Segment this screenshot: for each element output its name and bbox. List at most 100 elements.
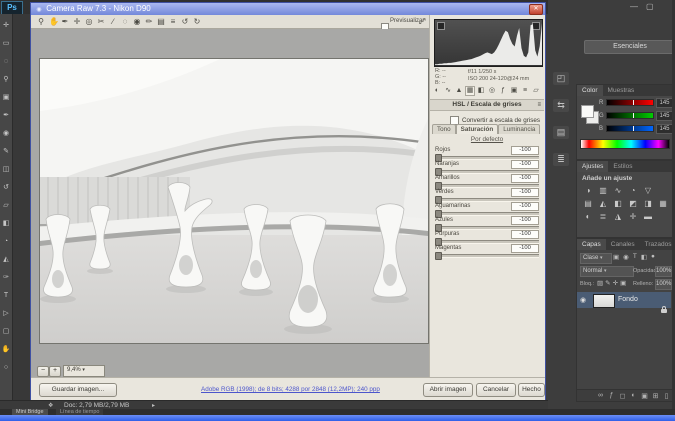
snapshots-tab-icon[interactable]: ▱ <box>531 86 541 96</box>
pen-tool-icon[interactable]: ✑ <box>1 274 11 281</box>
preferences-tool-icon[interactable]: ≡ <box>169 17 177 27</box>
move-tool-icon[interactable]: ✛ <box>1 22 11 29</box>
crop-tool-icon[interactable]: ✂ <box>97 17 105 27</box>
tab-canales[interactable]: Canales <box>606 239 640 250</box>
healing-brush-tool-icon[interactable]: ◉ <box>1 130 11 137</box>
new-adjustment-layer-icon[interactable]: ◐ <box>629 392 638 399</box>
straighten-tool-icon[interactable]: ∕ <box>109 17 117 27</box>
hsl-slider-value-input[interactable]: -100 <box>511 174 539 183</box>
rotate-left-tool-icon[interactable]: ↺ <box>181 17 189 27</box>
photo-filter-icon[interactable]: ◩ <box>626 197 640 210</box>
hsl-slider-track[interactable] <box>435 254 539 258</box>
camera-raw-title-bar[interactable]: ◉ Camera Raw 7.3 - Nikon D90 ✕ <box>31 3 545 15</box>
red-slider[interactable] <box>606 99 654 106</box>
presets-tab-icon[interactable]: ≡ <box>520 86 530 96</box>
clone-stamp-tool-icon[interactable]: ◫ <box>1 166 11 173</box>
hsl-slider-value-input[interactable]: -100 <box>511 244 539 253</box>
restore-button[interactable]: ▢ <box>646 3 654 11</box>
red-eye-tool-icon[interactable]: ◉ <box>133 17 141 27</box>
eraser-tool-icon[interactable]: ▱ <box>1 202 11 209</box>
marquee-tool-icon[interactable]: ▭ <box>1 40 11 47</box>
delete-layer-icon[interactable]: ▯ <box>662 392 671 400</box>
lock-position-icon[interactable]: ✛ <box>613 279 618 287</box>
tab-color[interactable]: Color <box>577 85 603 96</box>
link-layers-icon[interactable]: ∞ <box>596 392 605 399</box>
color-balance-icon[interactable]: ◭ <box>596 197 610 210</box>
gradient-tool-icon[interactable]: ◧ <box>1 220 11 227</box>
white-balance-tool-icon[interactable]: ✒ <box>61 17 69 27</box>
hsl-slider-handle[interactable] <box>435 252 442 260</box>
new-group-icon[interactable]: ▣ <box>640 392 649 400</box>
filter-pixel-layers-icon[interactable]: ▣ <box>613 253 619 261</box>
eyedropper-tool-icon[interactable]: ✒ <box>1 112 11 119</box>
levels-icon[interactable]: ▥ <box>596 184 610 197</box>
panel-menu-icon[interactable]: ≡ <box>537 100 541 110</box>
cancel-button[interactable]: Cancelar <box>476 383 516 397</box>
open-image-button[interactable]: Abrir imagen <box>423 383 473 397</box>
zoom-level-dropdown[interactable]: 9,4% ▾ <box>63 365 105 377</box>
vibrance-icon[interactable]: ▽ <box>641 184 655 197</box>
type-tool-icon[interactable]: T <box>1 292 11 299</box>
graduated-filter-tool-icon[interactable]: ▤ <box>157 17 165 27</box>
new-layer-icon[interactable]: ⊞ <box>651 392 660 400</box>
exposure-icon[interactable]: ◔ <box>626 184 640 197</box>
color-spectrum-ramp[interactable] <box>580 139 670 149</box>
green-slider[interactable] <box>606 112 654 119</box>
adjustment-brush-tool-icon[interactable]: ✏ <box>145 17 153 27</box>
lock-all-icon[interactable]: ▣ <box>620 279 626 287</box>
hsl-slider-value-input[interactable]: -100 <box>511 216 539 225</box>
hsl-slider-value-input[interactable]: -100 <box>511 202 539 211</box>
red-value[interactable]: 145 <box>656 98 673 108</box>
layer-filter-type-dropdown[interactable]: Clase ▾ <box>580 253 612 264</box>
taskbar[interactable] <box>0 415 675 421</box>
history-brush-tool-icon[interactable]: ↺ <box>1 184 11 191</box>
opacity-value[interactable]: 100% <box>655 266 672 277</box>
quick-selection-tool-icon[interactable]: ⚲ <box>1 76 11 83</box>
layer-visibility-eye-icon[interactable]: ◉ <box>580 296 586 304</box>
gradient-map-icon[interactable]: ▬ <box>641 210 655 223</box>
spot-removal-tool-icon[interactable]: ◌ <box>121 17 129 27</box>
add-mask-icon[interactable]: ◻ <box>618 392 627 400</box>
hsl-grayscale-tab-icon[interactable]: ▦ <box>465 86 475 96</box>
layer-name[interactable]: Fondo <box>618 296 638 303</box>
tab-trazados[interactable]: Trazados <box>640 239 675 250</box>
filter-smart-objects-icon[interactable]: ● <box>651 253 655 261</box>
zoom-out-button[interactable]: − <box>37 366 49 377</box>
zoom-tool-icon[interactable]: ○ <box>1 364 11 371</box>
fill-value[interactable]: 100% <box>655 279 672 290</box>
effects-tab-icon[interactable]: ƒ <box>498 86 508 96</box>
path-selection-tool-icon[interactable]: ▷ <box>1 310 11 317</box>
info-panel-icon[interactable]: ▤ <box>553 126 569 139</box>
hue-saturation-icon[interactable]: ▤ <box>581 197 595 210</box>
color-lookup-icon[interactable]: ▦ <box>656 197 670 210</box>
tab-muestras[interactable]: Muestras <box>603 85 640 96</box>
rotate-right-tool-icon[interactable]: ↻ <box>193 17 201 27</box>
hsl-slider-value-input[interactable]: -100 <box>511 160 539 169</box>
tab-saturacion[interactable]: Saturación <box>456 124 499 134</box>
tab-estilos[interactable]: Estilos <box>608 161 637 172</box>
zoom-in-button[interactable]: + <box>49 366 61 377</box>
hand-tool-icon[interactable]: ✋ <box>1 346 11 353</box>
blue-value[interactable]: 145 <box>656 124 673 134</box>
black-white-icon[interactable]: ◧ <box>611 197 625 210</box>
shape-tool-icon[interactable]: ▢ <box>1 328 11 335</box>
hsl-slider-value-input[interactable]: -100 <box>511 146 539 155</box>
lens-corrections-tab-icon[interactable]: ◎ <box>487 86 497 96</box>
filter-shape-layers-icon[interactable]: ◧ <box>641 253 647 261</box>
timeline-panel-icon[interactable]: ≣ <box>553 153 569 166</box>
save-image-button[interactable]: Guardar imagen... <box>39 383 117 397</box>
crop-tool-icon[interactable]: ▣ <box>1 94 11 101</box>
posterize-icon[interactable]: ≣ <box>596 210 610 223</box>
status-pin-icon[interactable]: ❖ <box>48 402 53 409</box>
properties-panel-icon[interactable]: ⇆ <box>553 99 569 112</box>
lock-transparency-icon[interactable]: ▨ <box>597 279 603 287</box>
dodge-tool-icon[interactable]: ◭ <box>1 256 11 263</box>
basic-tab-icon[interactable]: ◐ <box>432 86 442 96</box>
blue-slider[interactable] <box>606 125 654 132</box>
blur-tool-icon[interactable]: ◔ <box>1 238 11 245</box>
tab-ajustes[interactable]: Ajustes <box>577 161 608 172</box>
layer-thumbnail[interactable] <box>593 294 615 308</box>
status-menu-arrow-icon[interactable]: ▸ <box>152 402 155 409</box>
hsl-slider-value-input[interactable]: -100 <box>511 188 539 197</box>
selective-color-icon[interactable]: ✛ <box>626 210 640 223</box>
